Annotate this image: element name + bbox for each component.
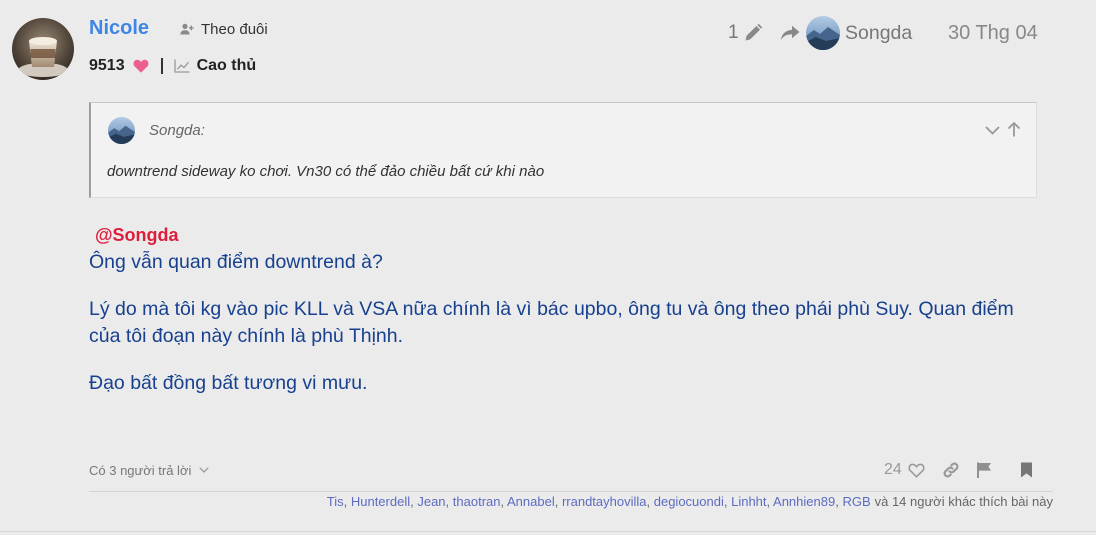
edit-history-button[interactable]: 1 xyxy=(728,22,763,44)
liker-link[interactable]: rrandtayhovilla xyxy=(562,494,647,509)
liker-link[interactable]: Hunterdell xyxy=(351,494,410,509)
reply-arrow-icon xyxy=(780,25,800,41)
liker-separator: , xyxy=(554,494,562,509)
avatar[interactable] xyxy=(108,117,135,144)
like-button[interactable]: 24 xyxy=(884,461,925,479)
chevron-down-icon xyxy=(199,467,210,473)
arrow-up-icon[interactable] xyxy=(1007,121,1021,137)
post-paragraph: Ông vẫn quan điểm downtrend à? xyxy=(89,251,383,273)
replies-toggle[interactable]: Có 3 người trả lời xyxy=(89,461,210,479)
forum-post: Nicole Theo đuôi 9513 Cao thủ 1 Songda 3… xyxy=(0,0,1096,535)
bookmark-button[interactable] xyxy=(1020,462,1033,478)
bookmark-icon xyxy=(1020,462,1033,478)
liker-link[interactable]: Linhht xyxy=(731,494,766,509)
liker-link[interactable]: Tis xyxy=(327,494,344,509)
liker-separator: , xyxy=(723,494,732,509)
link-icon xyxy=(942,461,960,479)
reply-to-username: Songda xyxy=(845,21,913,44)
divider xyxy=(89,491,1053,492)
liker-link[interactable]: RGB xyxy=(842,494,870,509)
liker-link[interactable]: thaotran xyxy=(453,494,501,509)
post-paragraph: Đạo bất đồng bất tương vi mưu. xyxy=(89,372,368,394)
author-username[interactable]: Nicole xyxy=(89,16,149,40)
post-date[interactable]: 30 Thg 04 xyxy=(948,22,1038,44)
liker-separator: , xyxy=(646,494,654,509)
quote-author[interactable]: Songda: xyxy=(149,122,205,140)
user-mention[interactable]: @Songda xyxy=(95,225,179,245)
like-count: 24 xyxy=(884,461,902,478)
liker-link[interactable]: Annabel xyxy=(507,494,555,509)
avatar[interactable] xyxy=(806,16,840,50)
liker-separator: , xyxy=(445,494,453,509)
user-plus-icon xyxy=(180,23,194,35)
post-paragraph: Lý do mà tôi kg vào pic KLL và VSA nữa c… xyxy=(89,298,1014,347)
author-stats: 9513 Cao thủ xyxy=(89,56,256,76)
follow-button[interactable]: Theo đuôi xyxy=(180,19,268,39)
replies-label: Có 3 người trả lời xyxy=(89,462,192,478)
chevron-down-icon[interactable] xyxy=(985,123,1000,138)
divider xyxy=(0,531,1096,532)
quote-text: downtrend sideway ko chơi. Vn30 có thể đ… xyxy=(107,163,545,180)
likes-others-link[interactable]: và 14 người khác thích bài này xyxy=(875,494,1053,509)
quote-block: Songda: downtrend sideway ko chơi. Vn30 … xyxy=(89,102,1037,198)
liker-link[interactable]: Jean xyxy=(417,494,445,509)
heart-icon xyxy=(133,59,149,73)
heart-outline-icon xyxy=(908,463,925,478)
permalink-button[interactable] xyxy=(942,461,960,479)
author-rank: Cao thủ xyxy=(196,57,257,74)
chart-line-icon xyxy=(173,59,190,73)
liker-separator: , xyxy=(343,494,351,509)
divider xyxy=(160,58,163,74)
flag-icon xyxy=(976,462,992,478)
author-points: 9513 xyxy=(89,57,125,74)
liker-link[interactable]: degiocuondi xyxy=(654,494,724,509)
follow-label: Theo đuôi xyxy=(201,20,268,38)
liker-link[interactable]: Annhien89 xyxy=(773,494,835,509)
pencil-icon xyxy=(743,23,763,43)
likes-summary: Tis, Hunterdell, Jean, thaotran, Annabel… xyxy=(327,494,1053,510)
edit-count: 1 xyxy=(728,22,739,43)
post-body: Ông vẫn quan điểm downtrend à? Lý do mà … xyxy=(89,249,1034,417)
reply-to-link[interactable]: Songda xyxy=(780,16,912,50)
avatar[interactable] xyxy=(12,18,74,80)
report-button[interactable] xyxy=(976,462,992,478)
